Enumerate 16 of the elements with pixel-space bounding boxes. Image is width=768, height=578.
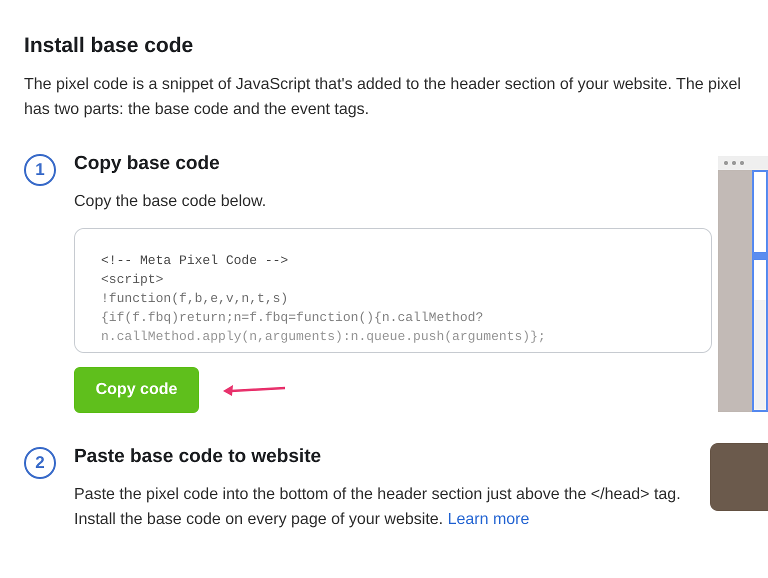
step-number: 1 bbox=[24, 154, 56, 186]
step-title: Copy base code bbox=[74, 152, 221, 176]
code-line: !function(f,b,e,v,n,t,s) bbox=[101, 290, 290, 308]
code-line: <script> bbox=[101, 271, 164, 289]
arrow-icon bbox=[221, 383, 287, 397]
learn-more-link[interactable]: Learn more bbox=[448, 510, 530, 528]
step-title: Paste base code to website bbox=[74, 445, 322, 469]
code-line: n.callMethod.apply(n,arguments):n.queue.push(arguments)}; bbox=[101, 328, 547, 346]
step-description: Paste the pixel code into the bottom of the header section just above the </head> tag. Install the base code on every page of your website. Learn more bbox=[74, 484, 682, 530]
code-line: <!-- Meta Pixel Code --> bbox=[101, 252, 290, 270]
photo-placeholder bbox=[710, 443, 768, 511]
section-heading: Install base code bbox=[24, 33, 194, 59]
step-number: 2 bbox=[24, 447, 56, 479]
step-description: Copy the base code below. bbox=[74, 192, 268, 212]
code-line: {if(f.fbq)return;n=f.fbq=function(){n.callMethod? bbox=[101, 309, 484, 327]
intro-paragraph: The pixel code is a snippet of JavaScript that's added to the header section of your website. The pixel has two parts: the base code and the event tags. bbox=[24, 74, 742, 120]
